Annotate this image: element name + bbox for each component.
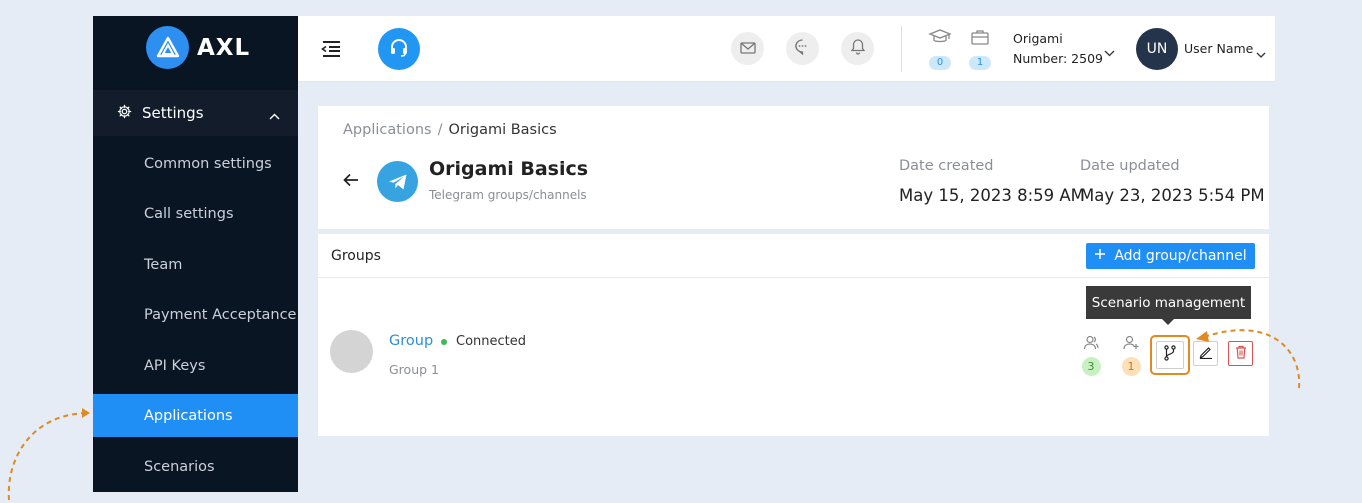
mail-button[interactable] bbox=[731, 32, 764, 65]
members-stat: 3 bbox=[1080, 335, 1102, 376]
users-icon bbox=[1083, 335, 1099, 354]
company-number: Number: 2509 bbox=[1013, 51, 1103, 66]
branch-icon bbox=[1163, 345, 1177, 365]
edit-button[interactable] bbox=[1193, 341, 1218, 366]
headset-icon bbox=[388, 36, 410, 62]
added-members-stat: 1 bbox=[1120, 335, 1142, 376]
graduation-cap-icon bbox=[928, 29, 952, 50]
mail-icon bbox=[739, 39, 756, 58]
support-button[interactable] bbox=[378, 28, 420, 70]
application-subtitle: Telegram groups/channels bbox=[429, 188, 587, 202]
scenario-button-inner bbox=[1156, 341, 1184, 369]
scenario-management-tooltip: Scenario management bbox=[1086, 286, 1251, 325]
sidebar-item-api-keys[interactable]: API Keys bbox=[93, 344, 298, 387]
notifications-button[interactable] bbox=[841, 32, 874, 65]
user-add-icon bbox=[1123, 335, 1139, 354]
chevron-down-icon[interactable] bbox=[1256, 44, 1266, 63]
group-subtitle: Group 1 bbox=[389, 362, 439, 377]
groups-card: Groups Add group/channel Scenario manage… bbox=[318, 234, 1269, 436]
company-name: Origami bbox=[1013, 31, 1063, 46]
date-updated-label: Date updated bbox=[1080, 158, 1180, 174]
chevron-up-icon bbox=[269, 106, 280, 124]
sidebar-section-label: Settings bbox=[142, 104, 204, 122]
date-updated-value: May 23, 2023 5:54 PM bbox=[1080, 186, 1265, 205]
group-avatar bbox=[330, 330, 373, 373]
breadcrumb-separator: / bbox=[437, 122, 443, 138]
courses-counter[interactable]: 0 bbox=[927, 28, 953, 70]
trash-icon bbox=[1235, 344, 1247, 363]
add-group-button[interactable]: Add group/channel bbox=[1086, 243, 1255, 269]
status-dot bbox=[441, 339, 447, 345]
sidebar-item-common-settings[interactable]: Common settings bbox=[93, 142, 298, 185]
bell-icon bbox=[850, 38, 865, 59]
user-avatar[interactable]: UN bbox=[1136, 28, 1178, 70]
header-divider bbox=[901, 26, 902, 72]
chevron-down-icon[interactable] bbox=[1104, 42, 1115, 61]
add-group-label: Add group/channel bbox=[1114, 248, 1247, 264]
breadcrumb-applications-link[interactable]: Applications bbox=[343, 122, 432, 138]
sidebar-item-call-settings[interactable]: Call settings bbox=[93, 192, 298, 235]
sidebar-item-payment-acceptance[interactable]: Payment Acceptance bbox=[93, 293, 298, 336]
company-selector[interactable]: Origami Number: 2509 bbox=[1013, 29, 1103, 69]
groups-title: Groups bbox=[331, 248, 381, 264]
briefcase-icon bbox=[970, 30, 990, 50]
application-title: Origami Basics bbox=[429, 158, 589, 180]
courses-count: 0 bbox=[929, 56, 951, 70]
logo-text: AXL bbox=[197, 34, 251, 61]
groups-header: Groups Add group/channel bbox=[318, 234, 1269, 278]
sidebar-section-settings[interactable]: Settings bbox=[93, 90, 298, 136]
logo[interactable]: AXL bbox=[146, 26, 250, 69]
members-count: 3 bbox=[1081, 357, 1101, 376]
menu-collapse-icon[interactable] bbox=[320, 40, 342, 62]
top-header: 0 1 Origami Number: 2509 UN User Name bbox=[298, 16, 1275, 82]
back-arrow-icon[interactable] bbox=[343, 172, 359, 191]
delete-button[interactable] bbox=[1228, 341, 1253, 366]
logo-icon bbox=[146, 26, 189, 69]
jobs-counter[interactable]: 1 bbox=[967, 28, 993, 70]
group-status: Connected bbox=[456, 334, 527, 349]
gear-icon bbox=[117, 104, 132, 123]
sidebar-item-scenarios[interactable]: Scenarios bbox=[93, 445, 298, 488]
annotation-arrow-left bbox=[7, 408, 90, 501]
breadcrumb: Applications / Origami Basics bbox=[343, 122, 557, 138]
chat-button[interactable] bbox=[786, 32, 819, 65]
group-name-link[interactable]: Group bbox=[389, 333, 433, 349]
telegram-icon bbox=[377, 161, 418, 202]
chat-icon bbox=[794, 38, 811, 59]
pencil-icon bbox=[1199, 344, 1213, 363]
jobs-count: 1 bbox=[969, 56, 991, 70]
sidebar: AXL Settings Common settings Call settin… bbox=[93, 16, 298, 492]
user-name[interactable]: User Name bbox=[1184, 41, 1253, 56]
plus-icon bbox=[1094, 248, 1106, 264]
scenario-management-button[interactable] bbox=[1150, 335, 1190, 375]
added-members-count: 1 bbox=[1121, 357, 1141, 376]
sidebar-item-applications[interactable]: Applications bbox=[93, 394, 298, 437]
breadcrumb-current: Origami Basics bbox=[448, 122, 557, 138]
date-created-value: May 15, 2023 8:59 AM bbox=[899, 186, 1085, 205]
sidebar-item-team[interactable]: Team bbox=[93, 243, 298, 286]
application-card: Applications / Origami Basics Origami Basi… bbox=[318, 106, 1269, 229]
date-created-label: Date created bbox=[899, 158, 994, 174]
